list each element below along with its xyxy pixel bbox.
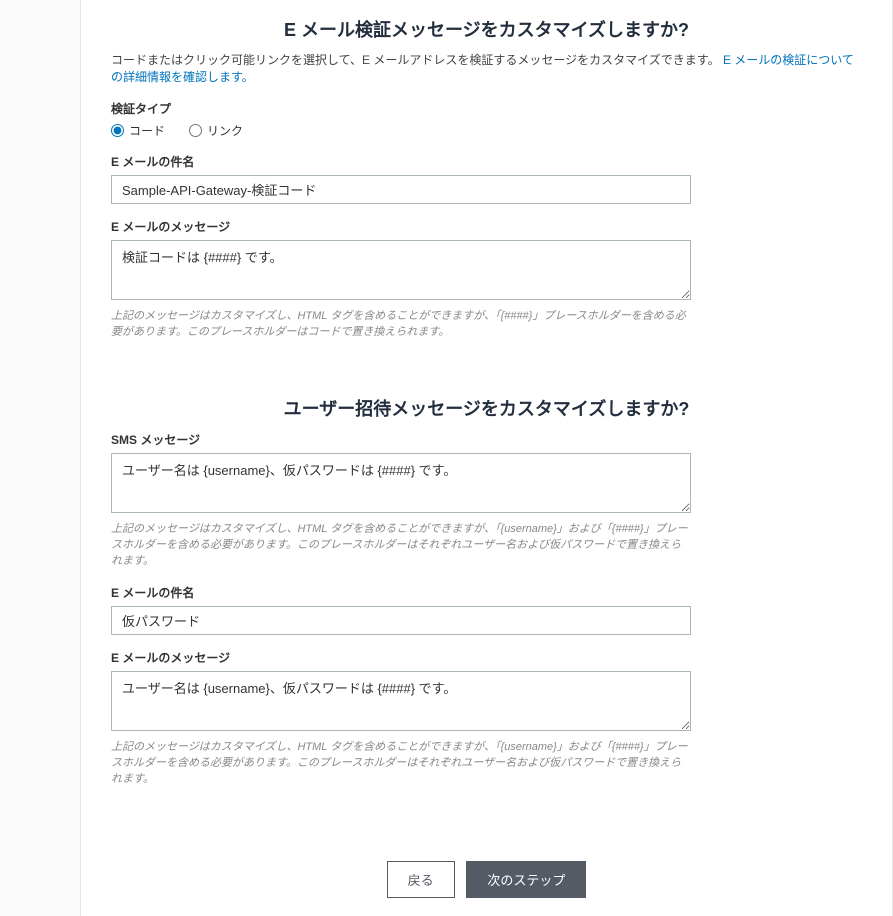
sidebar-spacer — [0, 0, 80, 916]
email-message-label: E メールのメッセージ — [111, 218, 691, 235]
email-verification-desc-text: コードまたはクリック可能リンクを選択して、E メールアドレスを検証するメッセージ… — [111, 53, 720, 67]
sms-message-helper: 上記のメッセージはカスタマイズし、HTML タグを含めることができますが、「{u… — [111, 522, 691, 570]
main-panel: E メール検証メッセージをカスタマイズしますか? コードまたはクリック可能リンク… — [80, 0, 893, 916]
sms-message-label: SMS メッセージ — [111, 431, 691, 448]
email-verification-title: E メール検証メッセージをカスタマイズしますか? — [111, 16, 862, 42]
sms-message-textarea[interactable]: ユーザー名は {username}、仮パスワードは {####} です。 — [111, 453, 691, 513]
radio-link-input[interactable] — [189, 124, 202, 137]
radio-code-label: コード — [129, 122, 165, 139]
radio-link-option[interactable]: リンク — [189, 122, 243, 139]
verification-type-label: 検証タイプ — [111, 100, 691, 117]
invite-email-subject-input[interactable] — [111, 606, 691, 635]
verification-type-radio-group: コード リンク — [111, 122, 691, 139]
next-step-button[interactable]: 次のステップ — [466, 861, 586, 898]
email-message-helper: 上記のメッセージはカスタマイズし、HTML タグを含めることができますが、「{#… — [111, 309, 691, 341]
invitation-section: ユーザー招待メッセージをカスタマイズしますか? SMS メッセージ ユーザー名は… — [111, 395, 862, 788]
email-verification-section: E メール検証メッセージをカスタマイズしますか? コードまたはクリック可能リンク… — [111, 16, 862, 340]
email-message-textarea[interactable]: 検証コードは {####} です。 — [111, 240, 691, 300]
invite-email-message-label: E メールのメッセージ — [111, 649, 691, 666]
radio-link-label: リンク — [207, 122, 243, 139]
email-subject-input[interactable] — [111, 175, 691, 204]
email-verification-description: コードまたはクリック可能リンクを選択して、E メールアドレスを検証するメッセージ… — [111, 52, 862, 86]
back-button[interactable]: 戻る — [387, 861, 455, 898]
invite-email-message-helper: 上記のメッセージはカスタマイズし、HTML タグを含めることができますが、「{u… — [111, 740, 691, 788]
invite-email-message-textarea[interactable]: ユーザー名は {username}、仮パスワードは {####} です。 — [111, 671, 691, 731]
radio-code-option[interactable]: コード — [111, 122, 165, 139]
radio-code-input[interactable] — [111, 124, 124, 137]
invite-email-subject-label: E メールの件名 — [111, 584, 691, 601]
email-subject-label: E メールの件名 — [111, 153, 691, 170]
invitation-title: ユーザー招待メッセージをカスタマイズしますか? — [111, 395, 862, 421]
footer-buttons: 戻る 次のステップ — [81, 843, 892, 916]
